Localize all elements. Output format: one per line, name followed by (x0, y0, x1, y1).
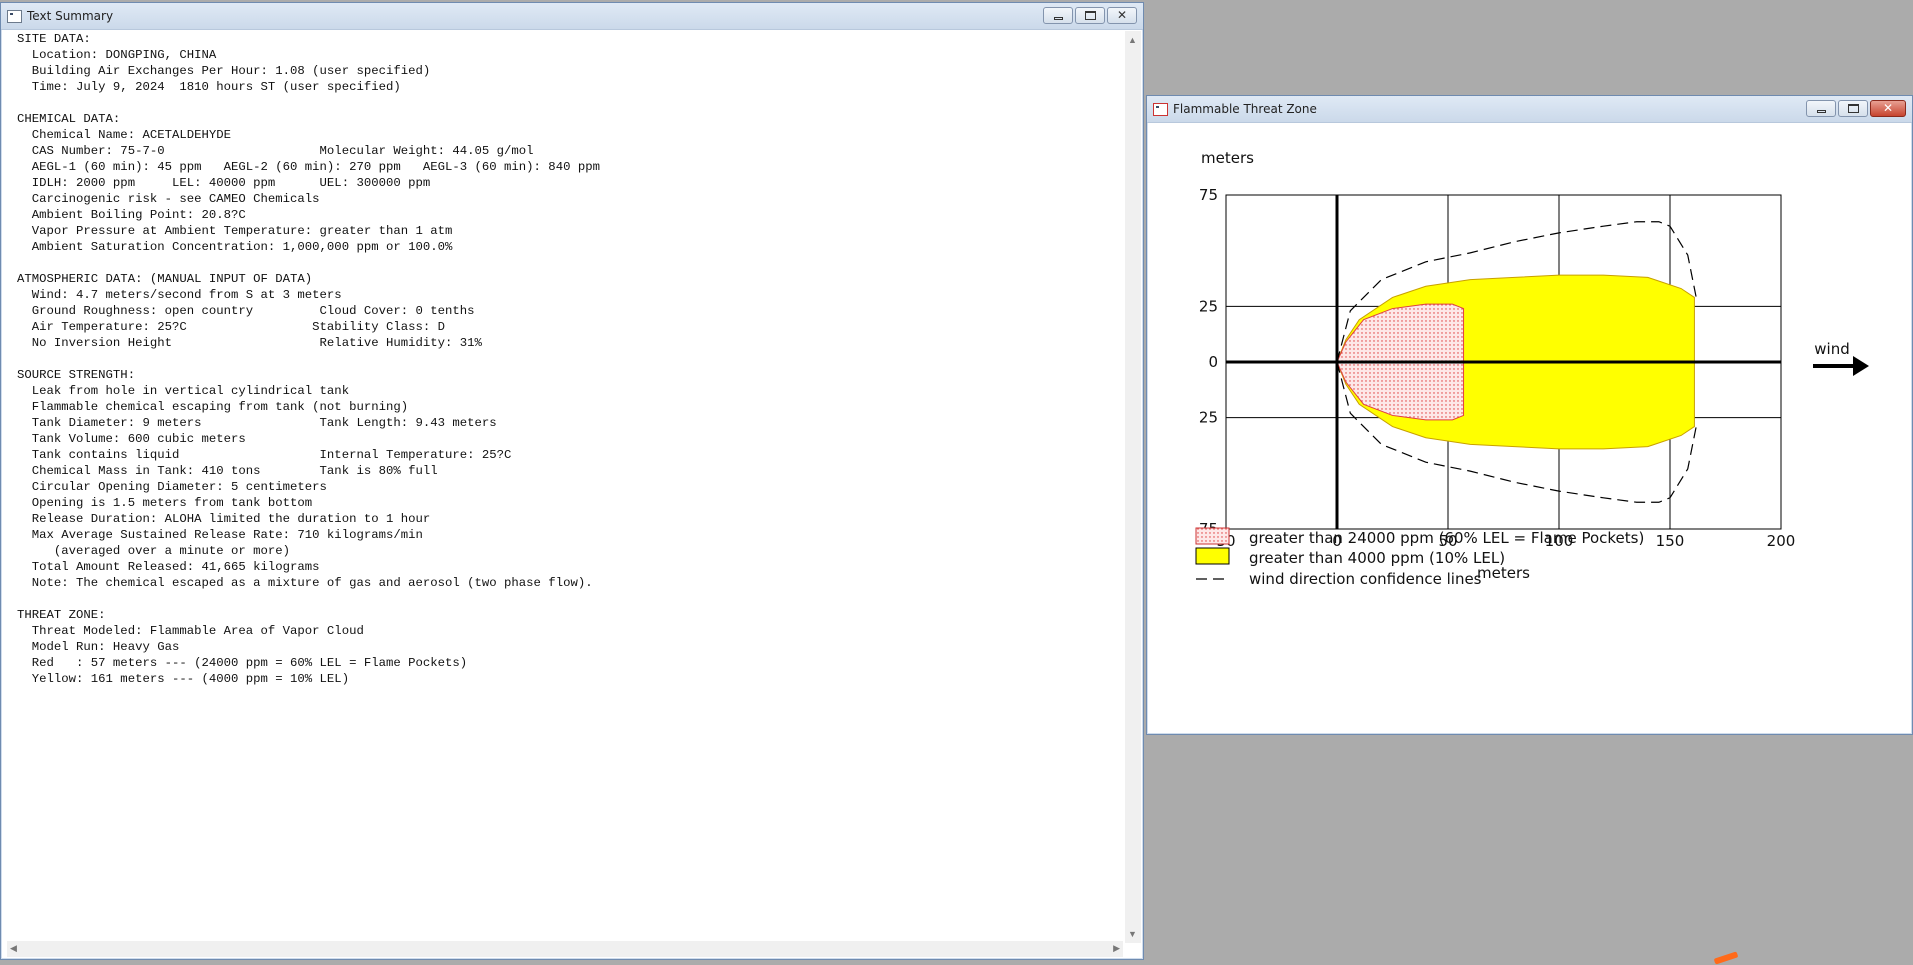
summary-line: Carcinogenic risk - see CAMEO Chemicals (17, 192, 320, 206)
text-summary-window: Text Summary ✕ SITE DATA: Location: DONG… (0, 2, 1144, 960)
chart-maximize-button[interactable] (1838, 100, 1868, 117)
scroll-left-arrow-icon[interactable]: ◀ (10, 943, 17, 954)
scroll-down-arrow-icon[interactable]: ▼ (1128, 929, 1137, 939)
summary-line (7, 95, 1123, 111)
summary-line (7, 591, 1123, 607)
summary-line: Wind: 4.7 meters/second from S at 3 mete… (17, 288, 342, 302)
y-tick-label: 25 (1199, 409, 1218, 427)
legend-label-yellow: greater than 4000 ppm (10% LEL) (1249, 549, 1505, 567)
summary-line: Red : 57 meters --- (24000 ppm = 60% LEL… (17, 656, 468, 670)
chart-minimize-button[interactable] (1806, 100, 1836, 117)
x-tick-label: 200 (1767, 532, 1796, 550)
threat-zone-chart-area: 50050100150200752502575metersmeterswindg… (1153, 124, 1906, 728)
y-tick-label: 75 (1199, 186, 1218, 204)
summary-line: ATMOSPHERIC DATA: (MANUAL INPUT OF DATA) (17, 272, 313, 286)
wind-label: wind (1814, 340, 1849, 358)
horizontal-scrollbar[interactable]: ◀ ▶ (7, 941, 1123, 957)
summary-line: Time: July 9, 2024 1810 hours ST (user s… (17, 80, 401, 94)
summary-line: Ground Roughness: open country Cloud Cov… (17, 304, 475, 318)
x-tick-label: 150 (1656, 532, 1685, 550)
text-summary-titlebar[interactable]: Text Summary ✕ (1, 3, 1143, 30)
summary-line: Chemical Name: ACETALDEHYDE (17, 128, 232, 142)
maximize-button[interactable] (1075, 7, 1105, 24)
y-tick-label: 25 (1199, 297, 1218, 315)
legend-swatch-red (1195, 527, 1230, 545)
summary-line: SOURCE STRENGTH: (17, 368, 136, 382)
summary-line: AEGL-1 (60 min): 45 ppm AEGL-2 (60 min):… (17, 160, 600, 174)
summary-line: Threat Modeled: Flammable Area of Vapor … (17, 624, 364, 638)
close-button[interactable]: ✕ (1107, 7, 1137, 24)
summary-line: Opening is 1.5 meters from tank bottom (17, 496, 313, 510)
y-axis-label: meters (1201, 149, 1254, 167)
y-tick-label: 0 (1208, 353, 1218, 371)
legend-label-dashed: wind direction confidence lines (1249, 570, 1482, 588)
summary-line: Building Air Exchanges Per Hour: 1.08 (u… (17, 64, 431, 78)
summary-line: Chemical Mass in Tank: 410 tons Tank is … (17, 464, 438, 478)
summary-line: Note: The chemical escaped as a mixture … (17, 576, 593, 590)
summary-line: Location: DONGPING, CHINA (17, 48, 217, 62)
summary-line: No Inversion Height Relative Humidity: 3… (17, 336, 482, 350)
text-summary-title: Text Summary (27, 9, 114, 23)
text-window-app-icon (7, 10, 22, 23)
summary-line: Vapor Pressure at Ambient Temperature: g… (17, 224, 453, 238)
summary-line: CHEMICAL DATA: (17, 112, 121, 126)
summary-line: Yellow: 161 meters --- (4000 ppm = 10% L… (17, 672, 350, 686)
threat-zone-app-icon (1153, 103, 1168, 116)
summary-line: IDLH: 2000 ppm LEL: 40000 ppm UEL: 30000… (17, 176, 431, 190)
summary-line: Leak from hole in vertical cylindrical t… (17, 384, 350, 398)
summary-line: Max Average Sustained Release Rate: 710 … (17, 528, 423, 542)
wind-arrow-icon (1853, 356, 1869, 376)
summary-line (7, 351, 1123, 367)
scroll-right-arrow-icon[interactable]: ▶ (1113, 943, 1120, 954)
summary-line: Ambient Saturation Concentration: 1,000,… (17, 240, 453, 254)
summary-line: Circular Opening Diameter: 5 centimeters (17, 480, 327, 494)
summary-line: Tank Volume: 600 cubic meters (17, 432, 246, 446)
threat-zone-window: Flammable Threat Zone ✕ 5005010015020075… (1146, 95, 1913, 735)
summary-line: Tank contains liquid Internal Temperatur… (17, 448, 512, 462)
summary-line: (averaged over a minute or more) (17, 544, 291, 558)
legend-label-red: greater than 24000 ppm (60% LEL = Flame … (1249, 529, 1644, 547)
threat-zone-title: Flammable Threat Zone (1173, 102, 1317, 116)
chart-close-button[interactable]: ✕ (1870, 100, 1906, 117)
summary-line: Release Duration: ALOHA limited the dura… (17, 512, 431, 526)
summary-line (7, 255, 1123, 271)
vertical-scrollbar[interactable]: ▲ ▼ (1125, 31, 1141, 943)
text-summary-content[interactable]: SITE DATA: Location: DONGPING, CHINA Bui… (7, 31, 1123, 943)
summary-line: Ambient Boiling Point: 20.8?C (17, 208, 246, 222)
minimize-button[interactable] (1043, 7, 1073, 24)
threat-zone-chart: 50050100150200752502575metersmeterswindg… (1195, 149, 1869, 588)
summary-line: Total Amount Released: 41,665 kilograms (17, 560, 320, 574)
summary-line: SITE DATA: (17, 32, 91, 46)
scroll-up-arrow-icon[interactable]: ▲ (1128, 35, 1137, 45)
summary-line: Model Run: Heavy Gas (17, 640, 180, 654)
summary-line: Flammable chemical escaping from tank (n… (17, 400, 409, 414)
summary-line: THREAT ZONE: (17, 608, 106, 622)
summary-line: Tank Diameter: 9 meters Tank Length: 9.4… (17, 416, 497, 430)
summary-line: CAS Number: 75-7-0 Molecular Weight: 44.… (17, 144, 534, 158)
cursor-fragment (1713, 951, 1739, 965)
legend-swatch-yellow (1195, 547, 1230, 565)
threat-zone-titlebar[interactable]: Flammable Threat Zone ✕ (1147, 96, 1912, 123)
summary-line: Air Temperature: 25?C Stability Class: D (17, 320, 446, 334)
